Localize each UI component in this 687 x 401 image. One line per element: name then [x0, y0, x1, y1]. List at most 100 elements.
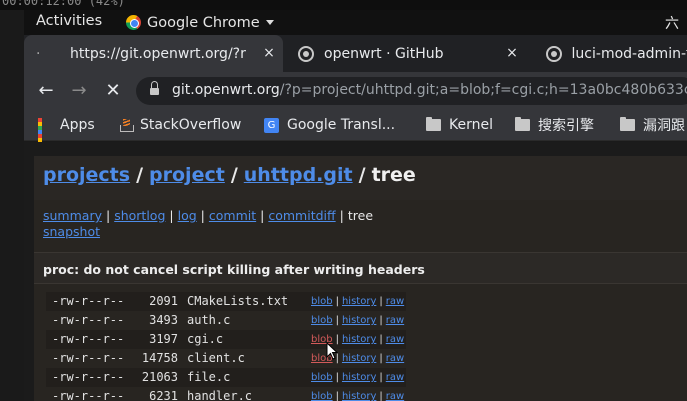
file-mode: -rw-r--r--	[52, 351, 125, 365]
bookmark-label: Apps	[60, 117, 95, 133]
file-actions: blob | history | raw	[311, 391, 404, 401]
nav-separator: |	[169, 208, 174, 223]
history-link[interactable]: history	[342, 353, 376, 364]
tab-luci-github[interactable]: luci-mod-admin-f	[542, 35, 687, 72]
file-actions: blob | history | raw	[311, 372, 404, 383]
action-separator: |	[379, 334, 383, 345]
app-menu[interactable]: Google Chrome	[126, 13, 274, 32]
folder-icon	[426, 117, 441, 131]
breadcrumb-uhttpd-link[interactable]: uhttpd.git	[244, 164, 353, 186]
bookmark-folder-vulnerabilities[interactable]: 漏洞跟	[620, 116, 685, 134]
tab-title: openwrt · GitHub	[324, 45, 444, 62]
nav-summary-link[interactable]: summary	[43, 208, 102, 223]
action-separator: |	[379, 353, 383, 364]
close-icon[interactable]: ×	[261, 45, 277, 61]
history-link[interactable]: history	[342, 296, 376, 307]
raw-link[interactable]: raw	[386, 315, 404, 326]
commit-title[interactable]: proc: do not cancel script killing after…	[43, 262, 425, 277]
file-size: 14758	[141, 351, 178, 365]
system-clock[interactable]: 六	[665, 13, 679, 33]
nav-separator: |	[105, 208, 111, 223]
breadcrumb: projects / project / uhttpd.git / tree	[43, 164, 416, 186]
close-icon[interactable]: ×	[504, 45, 520, 61]
table-row: -rw-r--r-- 3493 auth.c blob | history | raw	[46, 311, 406, 330]
loading-icon: ·	[36, 45, 41, 62]
nav-snapshot-link[interactable]: snapshot	[43, 224, 100, 239]
activities-button[interactable]: Activities	[36, 13, 102, 29]
raw-link[interactable]: raw	[386, 391, 404, 401]
action-separator: |	[379, 391, 383, 401]
nav-log-link[interactable]: log	[178, 208, 197, 223]
table-row: -rw-r--r-- 3197 cgi.c blob | history | raw	[46, 330, 406, 349]
bookmark-folder-search-engines[interactable]: 搜索引擎	[515, 116, 594, 134]
breadcrumb-project-link[interactable]: project	[149, 164, 225, 186]
url-host: git.openwrt.org	[172, 82, 280, 98]
back-arrow-icon[interactable]: ←	[36, 81, 56, 101]
file-name[interactable]: client.c	[187, 351, 245, 365]
stackoverflow-icon	[120, 118, 134, 132]
file-name[interactable]: handler.c	[187, 389, 252, 401]
file-actions: blob | history | raw	[311, 334, 404, 345]
stop-loading-icon[interactable]: ✕	[103, 81, 123, 101]
bookmark-folder-kernel[interactable]: Kernel	[426, 116, 493, 134]
folder-icon	[620, 117, 635, 131]
blob-link[interactable]: blob	[311, 372, 333, 383]
action-separator: |	[335, 296, 339, 307]
breadcrumb-current: tree	[371, 164, 416, 186]
breadcrumb-projects-link[interactable]: projects	[43, 164, 130, 186]
breadcrumb-separator: /	[136, 164, 144, 186]
file-actions: blob | history | raw	[311, 315, 404, 326]
raw-link[interactable]: raw	[386, 296, 404, 307]
blob-link[interactable]: blob	[311, 391, 333, 401]
history-link[interactable]: history	[342, 391, 376, 401]
bookmark-label: Kernel	[449, 117, 493, 133]
file-name[interactable]: file.c	[187, 370, 230, 384]
action-separator: |	[335, 315, 339, 326]
bookmark-apps[interactable]: Apps	[38, 116, 95, 154]
forward-arrow-icon[interactable]: →	[69, 81, 89, 101]
recording-timestamp-text: 00:00:12:00 (42%)	[2, 0, 125, 8]
bookmark-label: Google Transl...	[287, 117, 396, 133]
page-viewport: projects / project / uhttpd.git / tree summary…	[24, 142, 687, 401]
bookmark-stackoverflow[interactable]: StackOverflow	[120, 116, 241, 134]
history-link[interactable]: history	[342, 315, 376, 326]
history-link[interactable]: history	[342, 372, 376, 383]
file-name[interactable]: auth.c	[187, 313, 230, 327]
file-size: 2091	[149, 294, 178, 308]
nav-separator: |	[339, 208, 344, 223]
file-actions: blob | history | raw	[311, 296, 404, 307]
bookmark-google-translate[interactable]: G Google Transl...	[264, 116, 395, 134]
nav-commitdiff-link[interactable]: commitdiff	[268, 208, 335, 223]
commit-title-bar[interactable]: proc: do not cancel script killing after…	[34, 252, 687, 284]
url-path: /?p=project/uhttpd.git;a=blob;f=cgi.c;h=…	[279, 82, 687, 98]
file-name[interactable]: CMakeLists.txt	[187, 294, 288, 308]
bookmark-label: 搜索引擎	[538, 118, 594, 134]
action-separator: |	[379, 315, 383, 326]
google-translate-icon: G	[264, 117, 279, 133]
apps-icon	[38, 118, 52, 154]
blob-link[interactable]: blob	[311, 296, 333, 307]
tab-openwrt-github[interactable]: openwrt · GitHub ×	[294, 35, 526, 72]
action-separator: |	[379, 372, 383, 383]
raw-link[interactable]: raw	[386, 353, 404, 364]
address-bar[interactable]: git.openwrt.org/?p=project/uhttpd.git;a=…	[136, 77, 687, 105]
raw-link[interactable]: raw	[386, 372, 404, 383]
history-link[interactable]: history	[342, 334, 376, 345]
nav-shortlog-link[interactable]: shortlog	[114, 208, 165, 223]
raw-link[interactable]: raw	[386, 334, 404, 345]
tab-title: luci-mod-admin-f	[571, 45, 687, 62]
blob-link[interactable]: blob	[311, 315, 333, 326]
github-icon	[298, 45, 314, 62]
nav-commit-link[interactable]: commit	[209, 208, 256, 223]
file-actions: blob | history | raw	[311, 353, 404, 364]
file-mode: -rw-r--r--	[52, 294, 125, 308]
file-size: 6231	[149, 389, 178, 401]
url-text[interactable]: git.openwrt.org/?p=project/uhttpd.git;a=…	[172, 82, 687, 98]
tab-strip: · https://git.openwrt.org/?r × openwrt ·…	[24, 35, 687, 72]
system-top-bar: Activities Google Chrome 六	[24, 10, 687, 35]
breadcrumb-separator: /	[230, 164, 238, 186]
file-name[interactable]: cgi.c	[187, 332, 223, 346]
nav-separator: |	[260, 208, 265, 223]
tab-git-openwrt[interactable]: · https://git.openwrt.org/?r ×	[24, 35, 283, 72]
chevron-down-icon	[265, 20, 274, 25]
